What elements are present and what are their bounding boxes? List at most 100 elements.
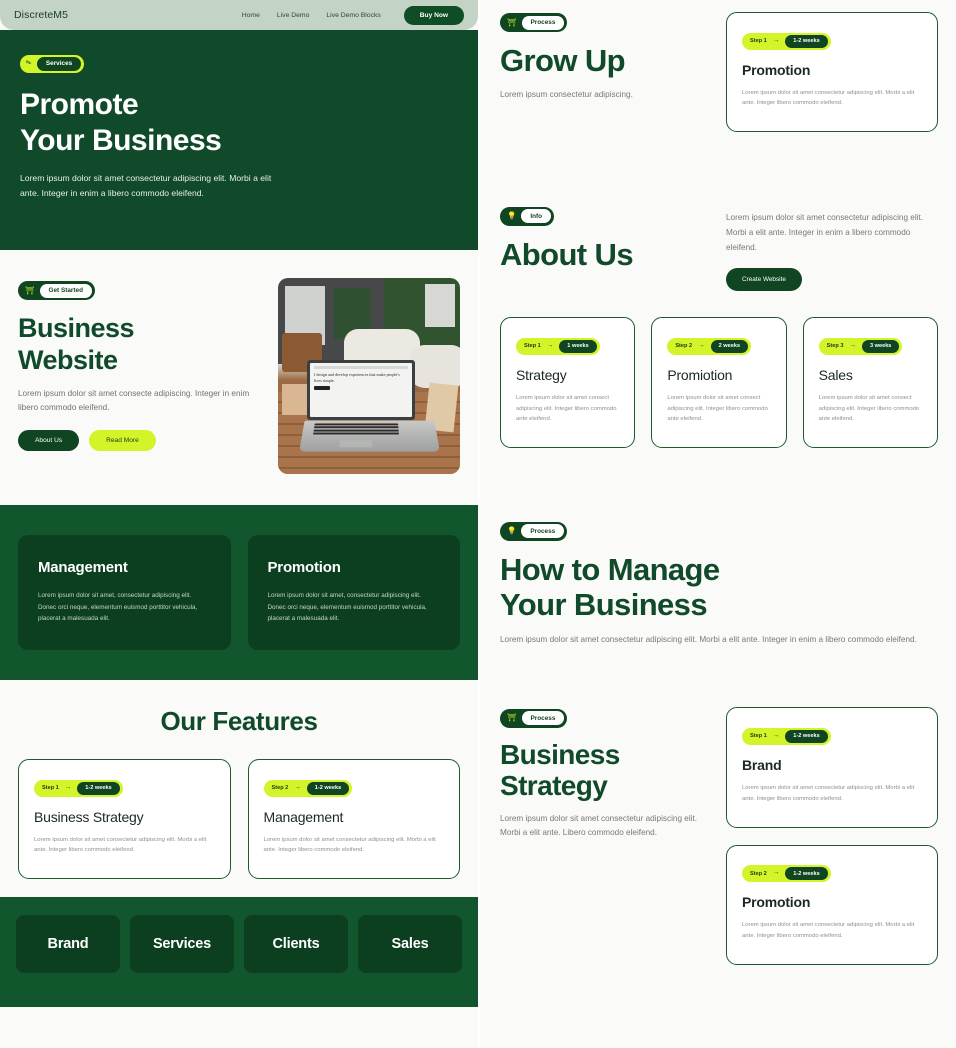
hero-title: Promote Your Business <box>20 87 458 159</box>
duration-label: 1-2 weeks <box>785 867 828 881</box>
nav-item-home[interactable]: Home <box>242 12 260 19</box>
strategy-card-brand[interactable]: Step 1 → 1-2 weeks Brand Lorem ipsum dol… <box>726 707 938 828</box>
duration-label: 2 weeks <box>710 339 749 353</box>
feature-card-management[interactable]: Step 2 → 1-2 weeks Management Lorem ipsu… <box>247 759 460 880</box>
step-card-sales[interactable]: Step 3 → 3 weeks Sales Lorem ipsum dolor… <box>802 317 938 449</box>
laptop-screen-text: I design and develop experiences that ma… <box>314 371 400 383</box>
duration-label: 3 weeks <box>861 339 900 353</box>
how-to-manage-title-line1: How to Manage <box>500 551 720 587</box>
process-badge[interactable]: ⛩ Process <box>500 708 568 728</box>
step-card-title: Sales <box>818 366 853 383</box>
step-card-title: Promiotion <box>667 366 733 383</box>
step-card-body: Lorem ipsum dolor sit amet consect adipi… <box>516 394 617 423</box>
process-badge[interactable]: ⛩ Process <box>500 13 568 33</box>
about-us-text: 💡 Info About Us <box>500 205 708 291</box>
arrow-right-icon: → <box>294 783 301 791</box>
laptop-trackpad <box>338 440 372 448</box>
step-label: Step 3 <box>826 343 844 350</box>
info-badge[interactable]: 💡 Info <box>500 206 555 226</box>
laptop-lid: I design and develop experiences that ma… <box>307 360 415 420</box>
duration-label: 1-2 weeks <box>785 34 828 48</box>
step-label: Step 1 <box>750 38 767 44</box>
site-header: DiscreteM5 Home Live Demo Live Demo Bloc… <box>0 0 478 30</box>
feature-card-body: Lorem ipsum dolor sit amet consectetur a… <box>263 836 436 854</box>
grow-up-card-wrap: Step 1 → 1-2 weeks Promotion Lorem ipsum… <box>726 12 938 133</box>
strategy-card-promotion[interactable]: Step 2 → 1-2 weeks Promotion Lorem ipsum… <box>726 844 938 965</box>
three-step-card-list: Step 1 → 1 weeks Strategy Lorem ipsum do… <box>480 317 956 449</box>
bulb-icon: 💡 <box>507 526 517 536</box>
business-strategy-card-list: Step 1 → 1-2 weeks Brand Lorem ipsum dol… <box>726 707 938 965</box>
grow-up-card-promotion[interactable]: Step 1 → 1-2 weeks Promotion Lorem ipsum… <box>726 12 938 133</box>
step-card-body: Lorem ipsum dolor sit amet consect adipi… <box>667 394 768 423</box>
step-badge: Step 1 → 1 weeks <box>516 337 600 355</box>
how-to-manage-section: 💡 Process How to Manage Your Business Lo… <box>480 520 956 647</box>
rocket-icon: ⛩ <box>507 713 517 723</box>
rocket-icon: ⛩ <box>25 286 35 295</box>
tag-sales[interactable]: Sales <box>358 915 462 974</box>
management-promotion-band: Management Lorem ipsum dolor sit amet, c… <box>0 505 478 680</box>
step-badge: Step 2 → 1-2 weeks <box>742 865 831 883</box>
feature-card-business-strategy[interactable]: Step 1 → 1-2 weeks Business Strategy Lor… <box>18 759 231 880</box>
tag-band-section: Brand Services Clients Sales <box>0 897 478 1008</box>
step-badge: Step 1 → 1-2 weeks <box>34 779 123 797</box>
process-badge[interactable]: 💡 Process <box>500 521 568 541</box>
dark-card-body: Lorem ipsum dolor sit amet, consectetur … <box>267 592 427 623</box>
process-badge-label: Process <box>521 524 565 539</box>
laptop-photo: I design and develop experiences that ma… <box>278 278 460 474</box>
feature-card-body: Lorem ipsum dolor sit amet consectetur a… <box>34 836 207 854</box>
dark-card-management[interactable]: Management Lorem ipsum dolor sit amet, c… <box>18 535 231 650</box>
nav-item-live-demo[interactable]: Live Demo <box>277 12 310 19</box>
feature-card-title: Business Strategy <box>34 808 144 825</box>
our-features-section: Our Features Step 1 → 1-2 weeks Business… <box>0 680 478 897</box>
nav-item-live-demo-blocks[interactable]: Live Demo Blocks <box>326 12 380 19</box>
buy-now-button[interactable]: Buy Now <box>403 5 464 25</box>
dark-card-title: Management <box>38 559 128 576</box>
business-website-text: ⛩ Get Started Business Website Lorem ips… <box>18 278 260 485</box>
step-label: Step 1 <box>524 343 541 350</box>
about-us-title: About Us <box>500 236 634 272</box>
business-strategy-text: ⛩ Process Business Strategy Lorem ipsum … <box>500 707 708 965</box>
step-badge: Step 2 → 2 weeks <box>667 337 752 355</box>
create-website-button[interactable]: Create Website <box>726 268 802 292</box>
browser-bar <box>314 366 408 369</box>
dark-card-title: Promotion <box>267 559 341 576</box>
business-strategy-title-line1: Business <box>500 738 620 770</box>
business-website-body: Lorem ipsum dolor sit amet consecte adip… <box>18 388 250 413</box>
about-us-section: 💡 Info About Us Lorem ipsum dolor sit am… <box>480 132 956 292</box>
tag-label: Sales <box>391 936 429 953</box>
get-started-badge-label: Get Started <box>39 283 92 298</box>
tag-services[interactable]: Services <box>130 915 234 974</box>
strategy-card-title: Brand <box>742 756 782 773</box>
arrow-right-icon: → <box>64 783 72 791</box>
how-to-manage-title: How to Manage Your Business <box>500 552 936 622</box>
step-label: Step 2 <box>750 870 767 877</box>
hero-body: Lorem ipsum dolor sit amet consectetur a… <box>20 172 272 198</box>
arrow-right-icon: → <box>546 341 554 349</box>
business-strategy-body: Lorem ipsum dolor sit amet consectetur a… <box>500 813 698 837</box>
step-card-strategy[interactable]: Step 1 → 1 weeks Strategy Lorem ipsum do… <box>500 317 636 449</box>
business-website-section: ⛩ Get Started Business Website Lorem ips… <box>0 250 478 505</box>
business-website-title-line2: Website <box>18 345 118 376</box>
about-us-button[interactable]: About Us <box>18 429 80 451</box>
rocket-icon: ⛩ <box>507 18 517 27</box>
step-card-promiotion[interactable]: Step 2 → 2 weeks Promiotion Lorem ipsum … <box>651 317 787 449</box>
services-badge[interactable]: ✎ Services <box>20 54 85 73</box>
tag-clients[interactable]: Clients <box>244 915 348 974</box>
arrow-right-icon: → <box>772 36 780 44</box>
grow-up-text: ⛩ Process Grow Up Lorem ipsum consectetu… <box>500 12 708 132</box>
duration-label: 1-2 weeks <box>785 729 828 743</box>
dark-card-promotion[interactable]: Promotion Lorem ipsum dolor sit amet, co… <box>247 535 460 650</box>
laptop-keyboard <box>312 423 399 436</box>
business-strategy-title: Business Strategy <box>500 739 708 802</box>
process-badge-label: Process <box>521 15 565 30</box>
tag-list: Brand Services Clients Sales <box>16 915 462 974</box>
our-features-heading: Our Features <box>160 706 318 736</box>
screen-cta-button <box>314 385 331 390</box>
get-started-badge[interactable]: ⛩ Get Started <box>18 281 95 301</box>
info-badge-label: Info <box>521 209 552 224</box>
read-more-button[interactable]: Read More <box>89 429 156 451</box>
business-strategy-section: ⛩ Process Business Strategy Lorem ipsum … <box>480 647 956 965</box>
tag-brand[interactable]: Brand <box>16 915 120 974</box>
step-badge: Step 2 → 1-2 weeks <box>263 779 353 797</box>
site-logo[interactable]: DiscreteM5 <box>14 9 68 21</box>
